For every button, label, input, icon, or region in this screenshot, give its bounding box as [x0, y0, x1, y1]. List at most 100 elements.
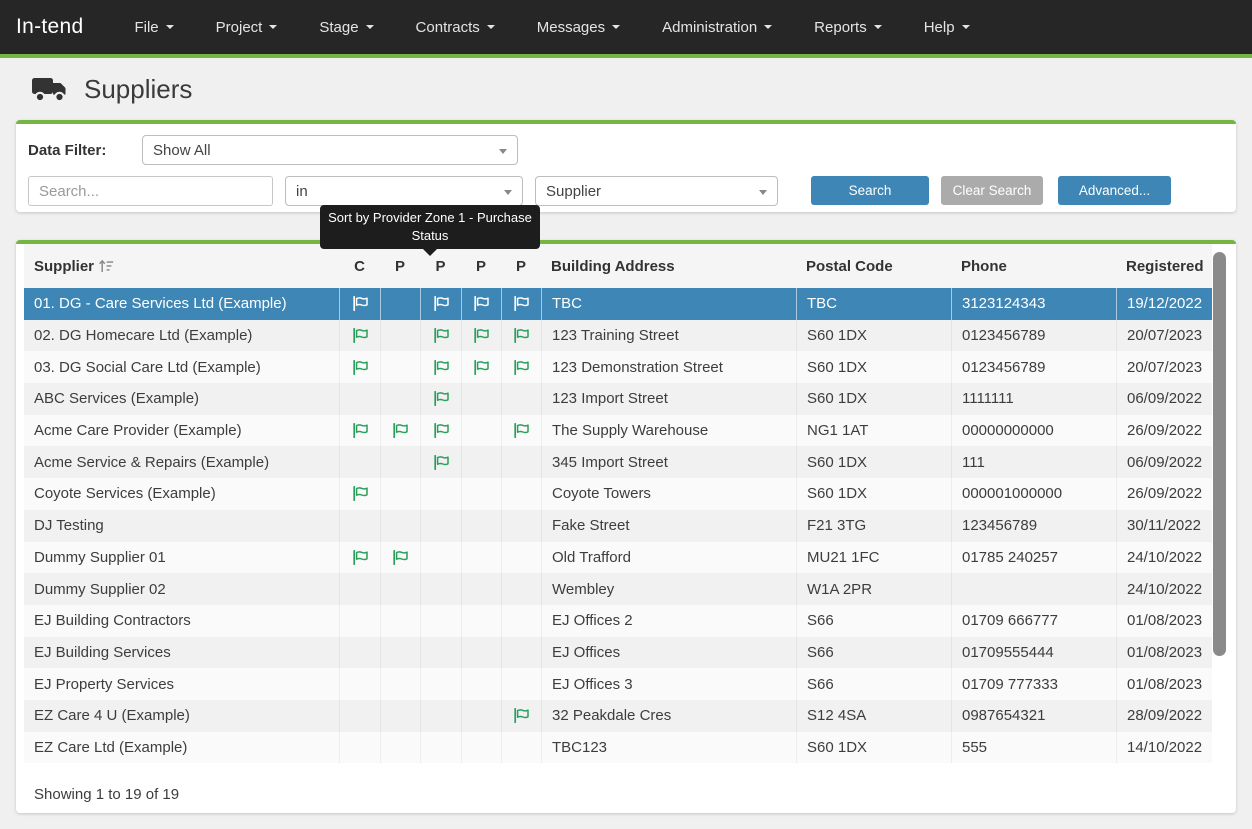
table-row[interactable]: EZ Care 4 U (Example) 32 Peakdale CresS1…: [24, 700, 1212, 732]
purchase-status-flag-cell: [461, 320, 501, 352]
purchase-status-empty-cell: [461, 605, 501, 637]
flag-icon: [473, 360, 490, 375]
cell-phone: 0987654321: [951, 700, 1116, 732]
purchase-status-empty-cell: [339, 573, 380, 605]
flag-icon: [433, 391, 450, 406]
table-row[interactable]: EJ Building ContractorsEJ Offices 2S6601…: [24, 605, 1212, 637]
cell-supplier: Coyote Services (Example): [24, 478, 339, 510]
cell-building-address: 123 Training Street: [541, 320, 796, 352]
table-row[interactable]: Coyote Services (Example) Coyote TowersS…: [24, 478, 1212, 510]
cell-supplier: DJ Testing: [24, 510, 339, 542]
column-header-registered[interactable]: Registered: [1116, 244, 1212, 288]
chevron-down-icon: [166, 25, 174, 29]
table-row[interactable]: Dummy Supplier 01 Old TraffordMU21 1FC01…: [24, 542, 1212, 574]
cell-phone: 3123124343: [951, 288, 1116, 320]
purchase-status-empty-cell: [501, 573, 541, 605]
nav-item-help[interactable]: Help: [903, 0, 991, 54]
data-filter-select[interactable]: Show All: [142, 135, 518, 165]
cell-building-address: 123 Demonstration Street: [541, 351, 796, 383]
nav-menu-label: Stage: [319, 19, 358, 36]
purchase-status-flag-cell: [339, 478, 380, 510]
cell-postal-code: F21 3TG: [796, 510, 951, 542]
page-header: Suppliers: [0, 58, 1252, 120]
column-header-p-2[interactable]: P: [380, 244, 420, 288]
column-header-label: Building Address: [551, 258, 675, 275]
purchase-status-empty-cell: [380, 320, 420, 352]
cell-postal-code: S12 4SA: [796, 700, 951, 732]
flag-icon: [392, 550, 409, 565]
table-row[interactable]: EJ Property ServicesEJ Offices 3S6601709…: [24, 668, 1212, 700]
cell-supplier: 01. DG - Care Services Ltd (Example): [24, 288, 339, 320]
purchase-status-empty-cell: [380, 637, 420, 669]
purchase-status-empty-cell: [420, 478, 461, 510]
nav-item-messages[interactable]: Messages: [516, 0, 641, 54]
vertical-scrollbar[interactable]: [1213, 252, 1226, 656]
purchase-status-empty-cell: [380, 732, 420, 764]
search-operator-select[interactable]: in: [285, 176, 523, 206]
nav-item-stage[interactable]: Stage: [298, 0, 394, 54]
column-header-postal-code[interactable]: Postal Code: [796, 244, 951, 288]
flag-icon: [352, 360, 369, 375]
cell-building-address: Fake Street: [541, 510, 796, 542]
purchase-status-empty-cell: [380, 383, 420, 415]
cell-supplier: EJ Building Contractors: [24, 605, 339, 637]
nav-item-project[interactable]: Project: [195, 0, 299, 54]
cell-building-address: 345 Import Street: [541, 446, 796, 478]
purchase-status-flag-cell: [339, 351, 380, 383]
flag-icon: [513, 328, 530, 343]
flag-icon: [433, 455, 450, 470]
purchase-status-empty-cell: [501, 383, 541, 415]
advanced-button[interactable]: Advanced...: [1058, 176, 1171, 205]
cell-registered: 26/09/2022: [1116, 478, 1212, 510]
column-header-c-1[interactable]: C: [339, 244, 380, 288]
app-logo[interactable]: In-tend: [16, 15, 83, 39]
purchase-status-empty-cell: [420, 637, 461, 669]
purchase-status-empty-cell: [461, 732, 501, 764]
table-row[interactable]: Dummy Supplier 02WembleyW1A 2PR24/10/202…: [24, 573, 1212, 605]
purchase-status-empty-cell: [420, 605, 461, 637]
search-button[interactable]: Search: [811, 176, 929, 205]
table-row[interactable]: 03. DG Social Care Ltd (Example) 123 Dem…: [24, 351, 1212, 383]
column-header-phone[interactable]: Phone: [951, 244, 1116, 288]
column-header-supplier[interactable]: Supplier: [24, 244, 339, 288]
chevron-down-icon: [962, 25, 970, 29]
search-input[interactable]: [28, 176, 273, 206]
column-header-label: Phone: [961, 258, 1007, 275]
nav-item-file[interactable]: File: [113, 0, 194, 54]
purchase-status-empty-cell: [380, 668, 420, 700]
nav-item-reports[interactable]: Reports: [793, 0, 903, 54]
search-field-select[interactable]: Supplier: [535, 176, 778, 206]
table-header-row: Supplier CPPPPBuilding AddressPostal Cod…: [24, 244, 1212, 288]
table-row[interactable]: EZ Care Ltd (Example)TBC123S60 1DX55514/…: [24, 732, 1212, 764]
nav-item-contracts[interactable]: Contracts: [395, 0, 516, 54]
top-navbar: In-tend File Project Stage Contracts Mes…: [0, 0, 1252, 54]
cell-supplier: 02. DG Homecare Ltd (Example): [24, 320, 339, 352]
column-header-p-4[interactable]: P: [461, 244, 501, 288]
cell-building-address: 32 Peakdale Cres: [541, 700, 796, 732]
clear-search-button[interactable]: Clear Search: [941, 176, 1043, 205]
purchase-status-flag-cell: [339, 542, 380, 574]
purchase-status-empty-cell: [339, 510, 380, 542]
cell-supplier: EZ Care Ltd (Example): [24, 732, 339, 764]
nav-item-administration[interactable]: Administration: [641, 0, 793, 54]
purchase-status-empty-cell: [501, 732, 541, 764]
table-row[interactable]: 02. DG Homecare Ltd (Example) 123 Traini…: [24, 320, 1212, 352]
nav-menu-label: Contracts: [416, 19, 480, 36]
suppliers-table-panel: Supplier CPPPPBuilding AddressPostal Cod…: [16, 240, 1236, 813]
table-row[interactable]: EJ Building ServicesEJ OfficesS660170955…: [24, 637, 1212, 669]
purchase-status-flag-cell: [461, 288, 501, 320]
table-row[interactable]: ABC Services (Example) 123 Import Street…: [24, 383, 1212, 415]
flag-icon: [352, 486, 369, 501]
table-row[interactable]: Acme Care Provider (Example) The Supply …: [24, 415, 1212, 447]
purchase-status-flag-cell: [501, 415, 541, 447]
table-row[interactable]: DJ TestingFake StreetF21 3TG12345678930/…: [24, 510, 1212, 542]
purchase-status-empty-cell: [380, 478, 420, 510]
table-row[interactable]: 01. DG - Care Services Ltd (Example) TBC…: [24, 288, 1212, 320]
cell-registered: 26/09/2022: [1116, 415, 1212, 447]
flag-icon: [513, 360, 530, 375]
column-header-building-address[interactable]: Building Address: [541, 244, 796, 288]
column-header-label: Supplier: [34, 258, 94, 275]
column-header-p-5[interactable]: P: [501, 244, 541, 288]
table-row[interactable]: Acme Service & Repairs (Example) 345 Imp…: [24, 446, 1212, 478]
purchase-status-flag-cell: [420, 320, 461, 352]
